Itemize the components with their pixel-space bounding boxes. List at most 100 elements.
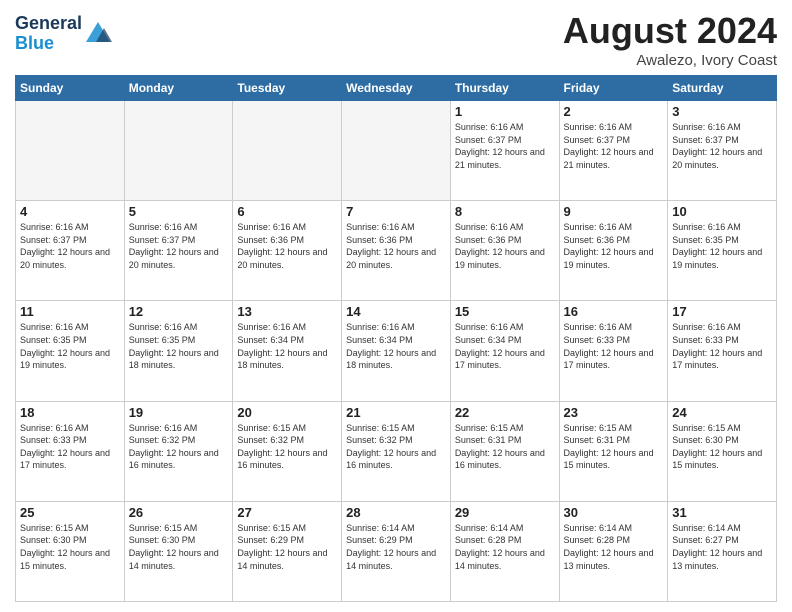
day-number: 2 bbox=[564, 104, 664, 119]
calendar-cell: 17Sunrise: 6:16 AMSunset: 6:33 PMDayligh… bbox=[668, 301, 777, 401]
calendar-cell: 18 Sunrise: 6:16 AMSunset: 6:33 PMDayligh… bbox=[16, 401, 125, 501]
day-number: 9 bbox=[564, 204, 664, 219]
day-number: 28 bbox=[346, 505, 446, 520]
calendar-cell: 12 Sunrise: 6:16 AMSunset: 6:35 PMDayligh… bbox=[124, 301, 233, 401]
day-number: 21 bbox=[346, 405, 446, 420]
day-number: 7 bbox=[346, 204, 446, 219]
logo: GeneralBlue bbox=[15, 14, 112, 54]
calendar-cell: 7 Sunrise: 6:16 AMSunset: 6:36 PMDaylight… bbox=[342, 201, 451, 301]
calendar-week-row: 25 Sunrise: 6:15 AMSunset: 6:30 PMDayligh… bbox=[16, 501, 777, 601]
day-info: Sunrise: 6:16 AMSunset: 6:36 PMDaylight:… bbox=[564, 221, 664, 271]
col-header-saturday: Saturday bbox=[668, 76, 777, 101]
day-info: Sunrise: 6:15 AMSunset: 6:32 PMDaylight:… bbox=[346, 422, 446, 472]
calendar-cell: 1 Sunrise: 6:16 AMSunset: 6:37 PMDaylight… bbox=[450, 101, 559, 201]
calendar-header-row: SundayMondayTuesdayWednesdayThursdayFrid… bbox=[16, 76, 777, 101]
col-header-thursday: Thursday bbox=[450, 76, 559, 101]
calendar-week-row: 1 Sunrise: 6:16 AMSunset: 6:37 PMDaylight… bbox=[16, 101, 777, 201]
day-info: Sunrise: 6:16 AMSunset: 6:34 PMDaylight:… bbox=[237, 321, 337, 371]
calendar-cell: 31 Sunrise: 6:14 AMSunset: 6:27 PMDayligh… bbox=[668, 501, 777, 601]
day-number: 22 bbox=[455, 405, 555, 420]
day-number: 3 bbox=[672, 104, 772, 119]
col-header-friday: Friday bbox=[559, 76, 668, 101]
title-block: August 2024 Awalezo, Ivory Coast bbox=[563, 10, 777, 69]
calendar-cell: 2 Sunrise: 6:16 AMSunset: 6:37 PMDaylight… bbox=[559, 101, 668, 201]
calendar-cell bbox=[124, 101, 233, 201]
day-info: Sunrise: 6:15 AMSunset: 6:31 PMDaylight:… bbox=[564, 422, 664, 472]
calendar-cell: 3Sunrise: 6:16 AMSunset: 6:37 PMDaylight… bbox=[668, 101, 777, 201]
day-number: 23 bbox=[564, 405, 664, 420]
day-number: 8 bbox=[455, 204, 555, 219]
calendar-cell: 26 Sunrise: 6:15 AMSunset: 6:30 PMDayligh… bbox=[124, 501, 233, 601]
calendar-cell: 19 Sunrise: 6:16 AMSunset: 6:32 PMDayligh… bbox=[124, 401, 233, 501]
day-number: 25 bbox=[20, 505, 120, 520]
calendar-cell bbox=[342, 101, 451, 201]
day-info: Sunrise: 6:16 AMSunset: 6:37 PMDaylight:… bbox=[455, 121, 555, 171]
day-info: Sunrise: 6:15 AMSunset: 6:30 PMDaylight:… bbox=[20, 522, 120, 572]
calendar-cell: 22 Sunrise: 6:15 AMSunset: 6:31 PMDayligh… bbox=[450, 401, 559, 501]
month-year: August 2024 bbox=[563, 10, 777, 52]
calendar-cell: 4Sunrise: 6:16 AMSunset: 6:37 PMDaylight… bbox=[16, 201, 125, 301]
calendar-cell: 10 Sunrise: 6:16 AMSunset: 6:35 PMDayligh… bbox=[668, 201, 777, 301]
day-number: 5 bbox=[129, 204, 229, 219]
logo-icon bbox=[84, 20, 112, 48]
calendar-cell: 16 Sunrise: 6:16 AMSunset: 6:33 PMDayligh… bbox=[559, 301, 668, 401]
day-number: 6 bbox=[237, 204, 337, 219]
day-info: Sunrise: 6:15 AMSunset: 6:30 PMDaylight:… bbox=[129, 522, 229, 572]
day-info: Sunrise: 6:16 AMSunset: 6:35 PMDaylight:… bbox=[672, 221, 772, 271]
day-info: Sunrise: 6:14 AMSunset: 6:27 PMDaylight:… bbox=[672, 522, 772, 572]
day-number: 31 bbox=[672, 505, 772, 520]
day-number: 12 bbox=[129, 304, 229, 319]
day-number: 14 bbox=[346, 304, 446, 319]
day-info: Sunrise: 6:14 AMSunset: 6:28 PMDaylight:… bbox=[455, 522, 555, 572]
col-header-wednesday: Wednesday bbox=[342, 76, 451, 101]
day-info: Sunrise: 6:16 AMSunset: 6:36 PMDaylight:… bbox=[237, 221, 337, 271]
day-info: Sunrise: 6:16 AMSunset: 6:37 PMDaylight:… bbox=[564, 121, 664, 171]
calendar-cell: 8Sunrise: 6:16 AMSunset: 6:36 PMDaylight… bbox=[450, 201, 559, 301]
day-number: 19 bbox=[129, 405, 229, 420]
calendar-cell: 29 Sunrise: 6:14 AMSunset: 6:28 PMDayligh… bbox=[450, 501, 559, 601]
day-number: 13 bbox=[237, 304, 337, 319]
calendar-cell: 20 Sunrise: 6:15 AMSunset: 6:32 PMDayligh… bbox=[233, 401, 342, 501]
day-number: 29 bbox=[455, 505, 555, 520]
day-number: 27 bbox=[237, 505, 337, 520]
col-header-sunday: Sunday bbox=[16, 76, 125, 101]
day-info: Sunrise: 6:16 AMSunset: 6:33 PMDaylight:… bbox=[20, 422, 120, 472]
day-info: Sunrise: 6:15 AMSunset: 6:29 PMDaylight:… bbox=[237, 522, 337, 572]
day-info: Sunrise: 6:16 AMSunset: 6:33 PMDaylight:… bbox=[672, 321, 772, 371]
day-info: Sunrise: 6:16 AMSunset: 6:37 PMDaylight:… bbox=[20, 221, 120, 271]
calendar-cell: 28Sunrise: 6:14 AMSunset: 6:29 PMDayligh… bbox=[342, 501, 451, 601]
day-number: 24 bbox=[672, 405, 772, 420]
day-info: Sunrise: 6:16 AMSunset: 6:36 PMDaylight:… bbox=[346, 221, 446, 271]
calendar-cell: 14Sunrise: 6:16 AMSunset: 6:34 PMDayligh… bbox=[342, 301, 451, 401]
day-number: 10 bbox=[672, 204, 772, 219]
calendar-cell: 5 Sunrise: 6:16 AMSunset: 6:37 PMDaylight… bbox=[124, 201, 233, 301]
day-info: Sunrise: 6:14 AMSunset: 6:28 PMDaylight:… bbox=[564, 522, 664, 572]
header: GeneralBlue August 2024 Awalezo, Ivory C… bbox=[15, 10, 777, 69]
day-number: 1 bbox=[455, 104, 555, 119]
calendar-cell: 27 Sunrise: 6:15 AMSunset: 6:29 PMDayligh… bbox=[233, 501, 342, 601]
day-info: Sunrise: 6:16 AMSunset: 6:37 PMDaylight:… bbox=[129, 221, 229, 271]
day-info: Sunrise: 6:16 AMSunset: 6:33 PMDaylight:… bbox=[564, 321, 664, 371]
day-info: Sunrise: 6:15 AMSunset: 6:32 PMDaylight:… bbox=[237, 422, 337, 472]
calendar-cell: 30 Sunrise: 6:14 AMSunset: 6:28 PMDayligh… bbox=[559, 501, 668, 601]
calendar-cell: 13 Sunrise: 6:16 AMSunset: 6:34 PMDayligh… bbox=[233, 301, 342, 401]
day-number: 15 bbox=[455, 304, 555, 319]
day-number: 26 bbox=[129, 505, 229, 520]
calendar-week-row: 4Sunrise: 6:16 AMSunset: 6:37 PMDaylight… bbox=[16, 201, 777, 301]
day-number: 11 bbox=[20, 304, 120, 319]
calendar-week-row: 18 Sunrise: 6:16 AMSunset: 6:33 PMDayligh… bbox=[16, 401, 777, 501]
day-info: Sunrise: 6:16 AMSunset: 6:32 PMDaylight:… bbox=[129, 422, 229, 472]
day-number: 16 bbox=[564, 304, 664, 319]
calendar-cell: 11Sunrise: 6:16 AMSunset: 6:35 PMDayligh… bbox=[16, 301, 125, 401]
col-header-tuesday: Tuesday bbox=[233, 76, 342, 101]
logo-text: GeneralBlue bbox=[15, 14, 82, 54]
calendar-cell: 23 Sunrise: 6:15 AMSunset: 6:31 PMDayligh… bbox=[559, 401, 668, 501]
day-number: 20 bbox=[237, 405, 337, 420]
calendar-cell: 9 Sunrise: 6:16 AMSunset: 6:36 PMDaylight… bbox=[559, 201, 668, 301]
day-info: Sunrise: 6:16 AMSunset: 6:35 PMDaylight:… bbox=[129, 321, 229, 371]
day-info: Sunrise: 6:15 AMSunset: 6:31 PMDaylight:… bbox=[455, 422, 555, 472]
calendar-cell bbox=[233, 101, 342, 201]
day-number: 30 bbox=[564, 505, 664, 520]
day-number: 18 bbox=[20, 405, 120, 420]
day-info: Sunrise: 6:15 AMSunset: 6:30 PMDaylight:… bbox=[672, 422, 772, 472]
